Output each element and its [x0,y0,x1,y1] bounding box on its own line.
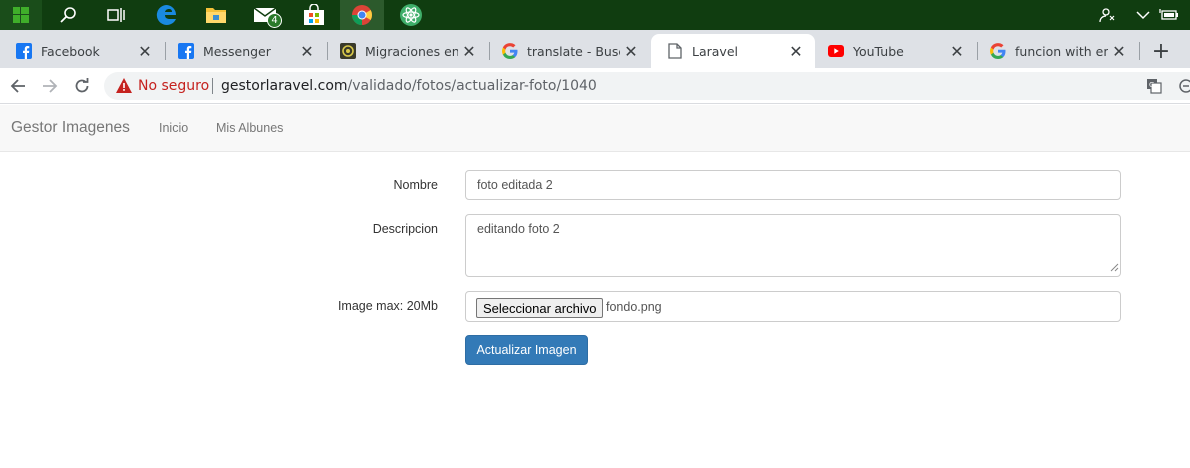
nombre-label: Nombre [393,178,438,192]
chrome-icon[interactable] [340,0,384,30]
site-icon [340,43,356,59]
people-icon[interactable] [1094,0,1120,30]
descripcion-text: editando foto 2 [477,222,560,236]
url-host: gestorlaravel.com [221,78,348,94]
tab-label: Facebook [41,43,100,59]
close-icon[interactable]: ✕ [785,42,807,61]
tab-translate[interactable]: translate - Buscar con Google ✕ [486,34,650,68]
translate-icon[interactable]: G [1146,78,1162,98]
chevron-up-icon[interactable] [1130,0,1156,30]
image-file-input[interactable]: Seleccionar archivo fondo.png [465,291,1121,322]
battery-icon[interactable] [1156,0,1182,30]
url-divider [212,78,213,94]
reload-icon[interactable] [70,74,94,98]
tab-label: YouTube [853,43,904,59]
facebook-icon [178,43,194,59]
close-icon[interactable]: ✕ [946,42,968,61]
resize-handle-icon[interactable] [1109,261,1119,275]
page-icon [667,43,683,59]
nav-mis-albunes[interactable]: Mis Albunes [216,121,283,135]
security-status[interactable]: No seguro [138,78,209,94]
tab-laravel[interactable]: Laravel ✕ [651,34,815,68]
google-icon [502,43,518,59]
file-explorer-icon[interactable] [194,0,238,30]
google-icon [990,43,1006,59]
youtube-icon [828,43,844,59]
store-icon[interactable] [292,0,336,30]
mail-badge: 4 [267,13,282,28]
selected-file-name: fondo.png [606,300,662,314]
tab-strip: Facebook ✕ Messenger ✕ Migraciones en La… [0,30,1190,68]
tab-migraciones[interactable]: Migraciones en Laravel ✕ [324,34,488,68]
svg-text:G: G [1149,81,1154,89]
close-icon[interactable]: ✕ [620,42,642,61]
close-icon[interactable]: ✕ [1108,42,1130,61]
atom-icon[interactable] [389,0,433,30]
tab-youtube[interactable]: YouTube ✕ [812,34,976,68]
tab-funcion-with[interactable]: funcion with en laravel ✕ [974,34,1138,68]
tab-label: Laravel [692,43,738,59]
browser-toolbar: No seguro gestorlaravel.com/validado/fot… [0,68,1190,104]
url-text[interactable]: gestorlaravel.com/validado/fotos/actuali… [221,78,597,94]
descripcion-label: Descripcion [372,222,438,236]
update-image-button[interactable]: Actualizar Imagen [465,335,588,365]
image-label: Image max: 20Mb [337,299,438,313]
close-icon[interactable]: ✕ [458,42,480,61]
task-view-icon[interactable] [94,0,138,30]
close-icon[interactable]: ✕ [134,42,156,61]
brand-link[interactable]: Gestor Imagenes [11,119,130,137]
close-icon[interactable]: ✕ [296,42,318,61]
windows-start-icon[interactable] [0,0,42,30]
forward-icon[interactable] [38,74,62,98]
windows-taskbar: 4 [0,0,1190,30]
back-icon[interactable] [6,74,30,98]
tab-divider [1139,42,1140,60]
nombre-input[interactable]: foto editada 2 [465,170,1121,200]
choose-file-button[interactable]: Seleccionar archivo [476,298,604,318]
zoom-icon[interactable] [1178,78,1190,98]
warning-icon [116,78,132,97]
url-path: /validado/fotos/actualizar-foto/1040 [347,78,597,94]
tab-messenger[interactable]: Messenger ✕ [162,34,326,68]
app-navbar: Gestor Imagenes Inicio Mis Albunes [0,105,1190,152]
edge-icon[interactable] [145,0,189,30]
nav-inicio[interactable]: Inicio [159,121,188,135]
tab-label: Messenger [203,43,271,59]
tab-label: Migraciones en Laravel [365,43,458,59]
search-icon[interactable] [46,0,90,30]
tab-label: funcion with en laravel [1015,43,1108,59]
facebook-icon [16,43,32,59]
descripcion-textarea[interactable]: editando foto 2 [465,214,1121,277]
tab-label: translate - Buscar con Google [527,43,620,59]
new-tab-button[interactable]: + [1148,39,1174,64]
tab-facebook[interactable]: Facebook ✕ [0,34,164,68]
address-bar[interactable]: No seguro gestorlaravel.com/validado/fot… [104,72,1190,100]
mail-icon[interactable]: 4 [243,0,287,30]
